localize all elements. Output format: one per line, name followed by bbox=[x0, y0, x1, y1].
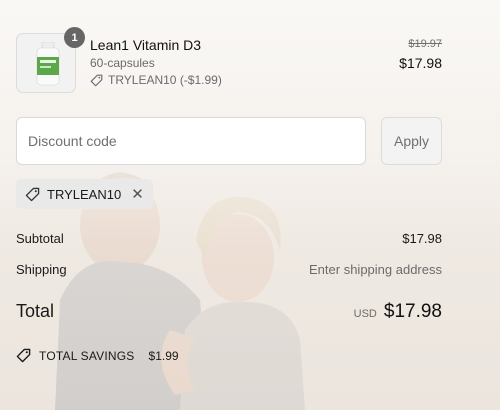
bottle-image bbox=[36, 42, 60, 86]
total-label: Total bbox=[16, 301, 55, 321]
discount-form: Apply bbox=[16, 117, 442, 165]
product-price: $17.98 bbox=[399, 55, 442, 71]
subtotal-value: $17.98 bbox=[402, 231, 442, 246]
shipping-row: Shipping Enter shipping address bbox=[16, 262, 442, 277]
total-amount-group: USD $17.98 bbox=[354, 301, 442, 323]
applied-discount-chip: TRYLEAN10 ✕ bbox=[16, 179, 153, 209]
total-row: Total USD $17.98 bbox=[16, 301, 442, 323]
close-icon[interactable]: ✕ bbox=[131, 187, 144, 202]
subtotal-row: Subtotal $17.98 bbox=[16, 231, 442, 246]
product-variant: 60-capsules bbox=[90, 56, 155, 70]
product-discount-label: TRYLEAN10 (-$1.99) bbox=[108, 73, 222, 87]
subtotal-label: Subtotal bbox=[16, 231, 64, 246]
product-thumbnail: 1 bbox=[16, 27, 85, 93]
quantity-badge: 1 bbox=[64, 27, 85, 48]
savings-value: $1.99 bbox=[148, 348, 179, 363]
original-price: $19.97 bbox=[408, 38, 442, 50]
tag-icon bbox=[16, 348, 31, 363]
total-value: $17.98 bbox=[383, 301, 442, 322]
discount-code-input[interactable] bbox=[16, 117, 366, 165]
order-summary: 1 Lean1 Vitamin D3 60-capsules TRYLEAN10… bbox=[0, 0, 500, 410]
tag-icon bbox=[25, 187, 40, 201]
applied-discount-code: TRYLEAN10 bbox=[47, 186, 122, 202]
tag-icon bbox=[90, 74, 103, 86]
apply-button[interactable]: Apply bbox=[381, 117, 442, 165]
product-name: Lean1 Vitamin D3 bbox=[90, 37, 202, 53]
total-savings: TOTAL SAVINGS $1.99 bbox=[16, 348, 179, 363]
currency-code: USD bbox=[353, 308, 377, 320]
savings-label: TOTAL SAVINGS bbox=[39, 348, 135, 363]
shipping-value: Enter shipping address bbox=[309, 262, 442, 277]
product-discount: TRYLEAN10 (-$1.99) bbox=[90, 73, 222, 87]
line-item: 1 Lean1 Vitamin D3 60-capsules TRYLEAN10… bbox=[16, 27, 442, 95]
shipping-label: Shipping bbox=[16, 262, 67, 277]
